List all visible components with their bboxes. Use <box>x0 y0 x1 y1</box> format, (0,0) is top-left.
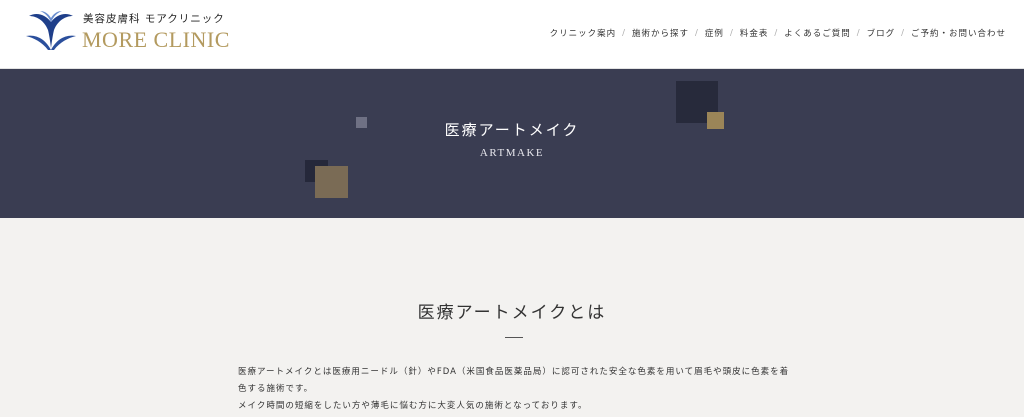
page-subtitle: ARTMAKE <box>479 147 545 159</box>
nav-item-blog[interactable]: ブログ <box>867 27 896 39</box>
hero-banner: 医療アートメイク ARTMAKE <box>0 69 1024 218</box>
global-nav: クリニック案内 / 施術から探す / 症例 / 料金表 / よくあるご質問 / … <box>550 27 1006 39</box>
nav-item-cases[interactable]: 症例 <box>705 27 724 39</box>
nav-separator: / <box>856 28 861 38</box>
section-title: 医療アートメイクとは <box>417 303 607 323</box>
nav-item-faq[interactable]: よくあるご質問 <box>784 27 851 39</box>
nav-separator: / <box>901 28 905 38</box>
logo-subtitle: 美容皮膚科 モアクリニック <box>83 13 225 25</box>
title-underline <box>505 337 523 338</box>
nav-item-search-treatment[interactable]: 施術から探す <box>632 27 689 39</box>
logo-link[interactable]: 美容皮膚科 モアクリニック MORE CLINIC <box>24 8 234 56</box>
logo-wordmark: MORE CLINIC <box>82 27 230 52</box>
nav-separator: / <box>774 28 779 38</box>
decorative-square <box>315 166 348 198</box>
intro-paragraph: 医療アートメイクとは医療用ニードル（針）やFDA（米国食品医薬品局）に認可された… <box>238 367 790 394</box>
nav-item-contact[interactable]: ご予約・お問い合わせ <box>911 27 1006 39</box>
nav-separator: / <box>695 28 699 38</box>
nav-separator: / <box>622 28 627 38</box>
nav-item-clinic-info[interactable]: クリニック案内 <box>550 27 617 39</box>
page-title: 医療アートメイク <box>444 121 580 139</box>
intro-text: 医療アートメイクとは医療用ニードル（針）やFDA（米国食品医薬品局）に認可された… <box>238 364 798 415</box>
intro-paragraph: メイク時間の短縮をしたい方や薄毛に悩む方に大変人気の施術となっております。 <box>238 401 588 411</box>
nav-item-price-list[interactable]: 料金表 <box>740 27 769 39</box>
clinic-logo-icon <box>26 11 76 50</box>
nav-separator: / <box>729 28 734 38</box>
site-header: 美容皮膚科 モアクリニック MORE CLINIC クリニック案内 / 施術から… <box>0 0 1024 69</box>
